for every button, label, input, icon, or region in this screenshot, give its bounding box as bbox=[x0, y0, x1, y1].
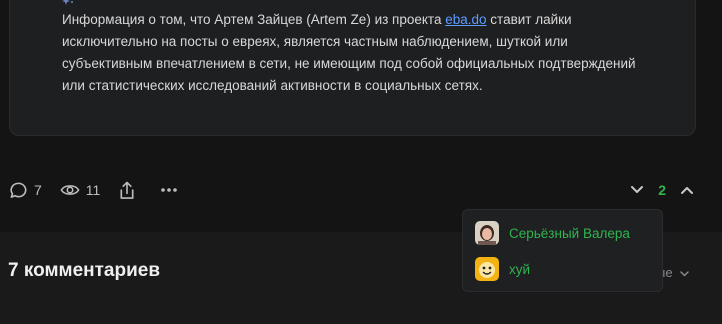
voter-name: Серьёзный Валера bbox=[509, 225, 630, 241]
upvote-chevron-icon[interactable] bbox=[680, 185, 694, 195]
downvote-chevron-icon[interactable] bbox=[630, 185, 644, 195]
person-photo-avatar-icon bbox=[475, 221, 499, 245]
eye-icon bbox=[60, 185, 80, 195]
vote-controls: 2 bbox=[630, 178, 694, 202]
post-text-part1: Информация о том, что Артем Зайцев (Arte… bbox=[62, 12, 446, 27]
share-button[interactable] bbox=[118, 181, 142, 200]
project-link[interactable]: eba.do bbox=[445, 12, 486, 27]
comments-title: 7 комментариев bbox=[8, 260, 161, 281]
cartoon-face-avatar-icon bbox=[475, 257, 499, 281]
more-options-button[interactable] bbox=[160, 187, 184, 193]
share-icon bbox=[120, 181, 134, 199]
views-count: 11 bbox=[85, 182, 101, 198]
voter-name: хуй bbox=[509, 261, 531, 277]
sparkle-icon bbox=[62, 0, 73, 5]
comment-bubble-icon bbox=[10, 182, 27, 198]
comments-button[interactable]: 7 bbox=[9, 181, 42, 200]
post-content-card: Информация о том, что Артем Зайцев (Arte… bbox=[9, 0, 696, 136]
post-actions-bar: 7 11 bbox=[9, 178, 202, 202]
voter-item[interactable]: хуй bbox=[475, 257, 530, 281]
voter-item[interactable]: Серьёзный Валера bbox=[475, 221, 630, 245]
post-body-text: Информация о том, что Артем Зайцев (Arte… bbox=[62, 9, 652, 97]
chevron-down-icon bbox=[680, 271, 689, 277]
more-dots-icon bbox=[161, 188, 178, 192]
comments-count: 7 bbox=[34, 182, 42, 198]
rating-count[interactable]: 2 bbox=[658, 182, 666, 198]
post-area: Информация о том, что Артем Зайцев (Arte… bbox=[0, 0, 722, 232]
views-indicator: 11 bbox=[60, 182, 101, 198]
voters-popup: Серьёзный Валера хуй bbox=[462, 209, 663, 292]
